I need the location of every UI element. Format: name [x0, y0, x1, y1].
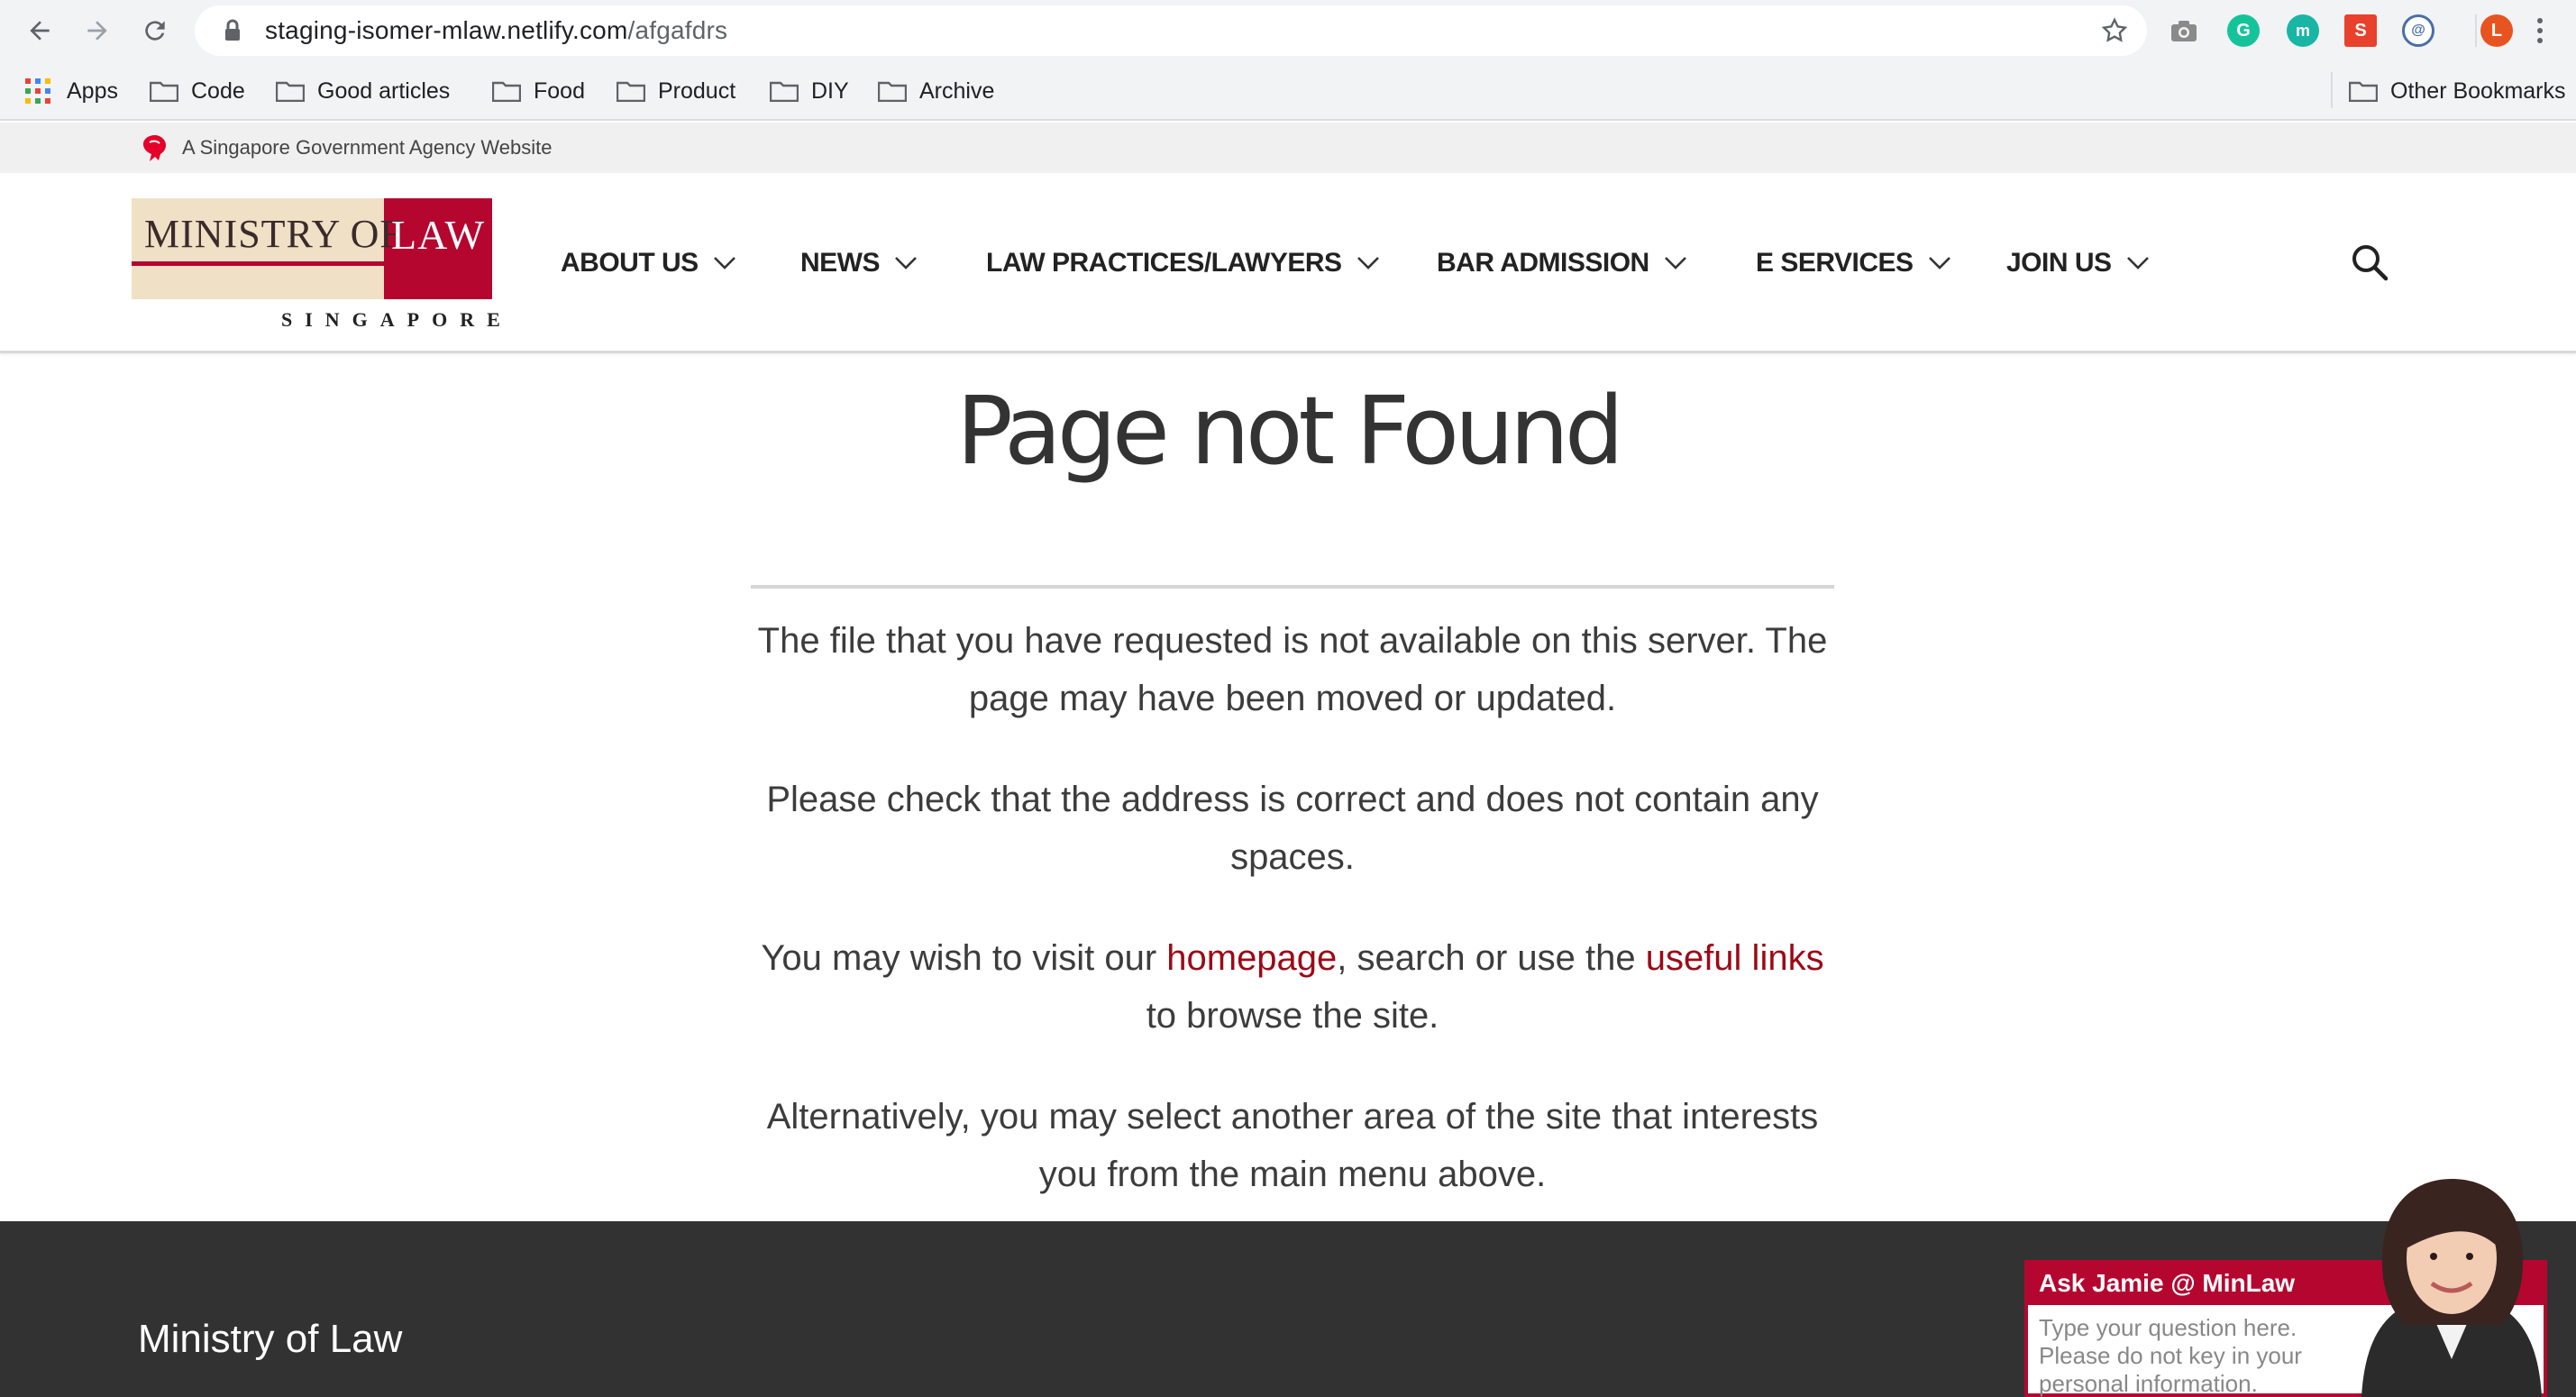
- url-text: staging-isomer-mlaw.netlify.com/afgafdrs: [265, 16, 728, 44]
- nav-news[interactable]: NEWS: [800, 243, 918, 283]
- bookmark-folder-good-articles[interactable]: Good articles: [276, 74, 450, 108]
- paragraph-text: , search or use the: [1337, 938, 1646, 978]
- chevron-down-icon: [1664, 256, 1687, 270]
- folder-icon: [276, 81, 305, 102]
- reload-icon: [145, 21, 165, 41]
- bookmark-label: Archive: [919, 78, 995, 104]
- apps-grid-icon: [25, 78, 50, 104]
- camera-extension-icon[interactable]: [2168, 14, 2200, 47]
- page-title: Page not Found: [956, 376, 1624, 486]
- paragraph-visit-homepage: You may wish to visit our homepage, sear…: [751, 929, 1834, 1045]
- bookmarks-separator: [2331, 72, 2333, 108]
- title-divider: [751, 585, 1834, 589]
- profile-avatar[interactable]: L: [2480, 14, 2513, 47]
- chat-question-input[interactable]: Type your question here. Please do not k…: [2028, 1305, 2334, 1397]
- lion-head-icon: [143, 135, 166, 161]
- logo-law-text: LAW: [391, 212, 486, 258]
- arrow-right-icon: [87, 21, 107, 41]
- toolbar-separator: [2475, 14, 2477, 47]
- logo-country-text: SINGAPORE: [281, 308, 513, 331]
- paragraph-check-address: Please check that the address is correct…: [766, 780, 1819, 877]
- reload-button[interactable]: [137, 13, 173, 49]
- chevron-down-icon: [1357, 256, 1380, 270]
- nav-label: JOIN US: [2006, 248, 2112, 278]
- folder-icon: [2349, 81, 2378, 102]
- forward-button[interactable]: [79, 13, 115, 49]
- nav-e-services[interactable]: E SERVICES: [1756, 243, 1951, 283]
- lock-extension-icon[interactable]: @: [2402, 14, 2434, 47]
- bookmark-folder-diy[interactable]: DIY: [770, 74, 849, 108]
- bookmark-label: Good articles: [317, 78, 451, 104]
- bookmark-folder-archive[interactable]: Archive: [878, 74, 994, 108]
- folder-icon: [617, 81, 645, 102]
- gov-masthead: A Singapore Government Agency Website: [0, 123, 2576, 173]
- chevron-down-icon: [713, 256, 736, 270]
- folder-icon: [492, 81, 521, 102]
- site-header: MINISTRY OF LAW SINGAPORE ABOUT US NEWS …: [0, 173, 2576, 353]
- homepage-link[interactable]: homepage: [1166, 938, 1337, 978]
- nav-bar-admission[interactable]: BAR ADMISSION: [1437, 243, 1687, 283]
- bookmark-apps[interactable]: Apps: [25, 74, 118, 108]
- folder-icon: [878, 81, 907, 102]
- meet-extension-icon[interactable]: m: [2287, 14, 2319, 47]
- profile-initial: L: [2490, 20, 2503, 41]
- bookmark-folder-other[interactable]: Other Bookmarks: [2349, 74, 2566, 108]
- address-bar[interactable]: staging-isomer-mlaw.netlify.com/afgafdrs: [195, 5, 2147, 56]
- footer-brand: Ministry of Law: [138, 1317, 403, 1361]
- search-icon: [2352, 245, 2389, 281]
- useful-links-link[interactable]: useful links: [1646, 938, 1824, 978]
- bookmark-label: Other Bookmarks: [2390, 78, 2566, 104]
- main-content: Page not Found The file that you have re…: [0, 356, 2576, 1221]
- bookmark-label: DIY: [811, 78, 849, 104]
- nav-label: LAW PRACTICES/LAWYERS: [986, 248, 1342, 278]
- nav-about-us[interactable]: ABOUT US: [561, 243, 736, 283]
- nav-label: E SERVICES: [1756, 248, 1914, 278]
- bookmark-folder-product[interactable]: Product: [617, 74, 735, 108]
- nav-law-practices-lawyers[interactable]: LAW PRACTICES/LAWYERS: [986, 243, 1380, 283]
- paragraph-alternatively: Alternatively, you may select another ar…: [766, 1097, 1819, 1194]
- chevron-down-icon: [2126, 256, 2150, 270]
- chevron-down-icon: [1928, 256, 1951, 270]
- paragraph-text: You may wish to visit our: [761, 938, 1167, 978]
- arrow-left-icon: [30, 21, 50, 41]
- search-button[interactable]: [2351, 243, 2389, 286]
- menu-dots-icon[interactable]: [2535, 16, 2545, 50]
- chevron-down-icon: [894, 256, 918, 270]
- bookmark-label: Apps: [67, 78, 118, 104]
- nav-label: ABOUT US: [561, 248, 699, 278]
- bookmark-folder-code[interactable]: Code: [150, 74, 245, 108]
- bookmark-label: Product: [658, 78, 736, 104]
- bookmark-folder-food[interactable]: Food: [492, 74, 585, 108]
- ministry-of-law-logo[interactable]: MINISTRY OF LAW SINGAPORE: [132, 198, 500, 335]
- masthead-text: A Singapore Government Agency Website: [182, 136, 553, 159]
- folder-icon: [150, 81, 178, 102]
- bookmark-label: Food: [534, 78, 585, 104]
- folder-icon: [770, 81, 799, 102]
- bookmark-star-icon[interactable]: [2100, 16, 2129, 50]
- logo-red-rule: [132, 261, 492, 266]
- logo-ministry-text: MINISTRY OF: [144, 212, 403, 256]
- grammarly-extension-icon[interactable]: G: [2227, 14, 2260, 47]
- nav-join-us[interactable]: JOIN US: [2006, 243, 2150, 283]
- s-extension-icon[interactable]: S: [2344, 14, 2377, 47]
- paragraph-file-unavailable: The file that you have requested is not …: [757, 621, 1828, 718]
- bookmark-label: Code: [191, 78, 245, 104]
- chat-agent-avatar: [2361, 1179, 2542, 1397]
- nav-label: BAR ADMISSION: [1437, 248, 1649, 278]
- bookmarks-bar: Apps Code Good articles Food Product DIY…: [0, 61, 2576, 121]
- nav-label: NEWS: [800, 248, 881, 278]
- lock-icon: [215, 19, 251, 42]
- browser-toolbar: staging-isomer-mlaw.netlify.com/afgafdrs…: [0, 0, 2576, 61]
- paragraph-text: to browse the site.: [1146, 996, 1439, 1036]
- back-button[interactable]: [22, 13, 58, 49]
